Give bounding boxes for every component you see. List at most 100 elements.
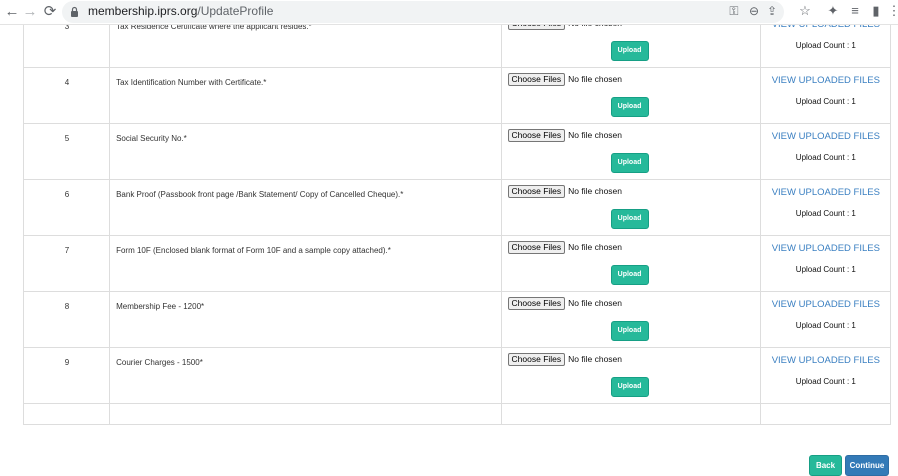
view-uploaded-files-link[interactable]: VIEW UPLOADED FILES xyxy=(761,25,891,30)
file-input[interactable]: Choose FilesNo file chosen xyxy=(507,129,622,142)
view-uploaded-files-link[interactable]: VIEW UPLOADED FILES xyxy=(761,299,891,310)
row-number-cell: 7 xyxy=(22,235,111,292)
menu-icon[interactable]: ⋮ xyxy=(886,3,898,19)
row-number: 3 xyxy=(64,25,70,31)
upload-button[interactable]: Upload xyxy=(610,377,649,397)
star-icon[interactable]: ☆ xyxy=(797,3,813,19)
empty-cell xyxy=(759,403,892,425)
upload-cell: Choose FilesNo file chosen Upload xyxy=(500,347,761,404)
document-description: Tax Identification Number with Certifica… xyxy=(116,78,267,87)
row-number: 9 xyxy=(64,358,70,367)
empty-cell xyxy=(500,403,761,425)
file-input[interactable]: Choose FilesNo file chosen xyxy=(507,241,623,254)
upload-button[interactable]: Upload xyxy=(610,321,649,341)
file-status: No file chosen xyxy=(568,242,623,252)
view-uploaded-files-link[interactable]: VIEW UPLOADED FILES xyxy=(761,243,891,254)
file-input[interactable]: Choose FilesNo file chosen xyxy=(507,185,622,198)
choose-files-button[interactable]: Choose Files xyxy=(507,297,566,310)
media-icon[interactable]: ≡ xyxy=(847,3,863,18)
address-bar[interactable]: membership.iprs.org/UpdateProfile ⚿ ⊖ ⇪ xyxy=(62,1,784,23)
upload-count: Upload Count : 1 xyxy=(795,41,856,50)
row-number-cell: 8 xyxy=(22,291,111,348)
upload-button[interactable]: Upload xyxy=(610,41,649,61)
share-icon[interactable]: ⇪ xyxy=(764,4,780,18)
table-row: 3 Tax Residence Certificate where the app… xyxy=(22,25,892,68)
page-viewport: 3 Tax Residence Certificate where the app… xyxy=(0,25,898,475)
row-number-cell: 5 xyxy=(22,123,111,180)
file-input[interactable]: Choose FilesNo file chosen xyxy=(507,73,623,86)
table-row: 8 Membership Fee - 1200* Choose Files No fi… xyxy=(22,291,892,348)
upload-count: Upload Count : 1 xyxy=(795,153,856,162)
upload-button[interactable]: Upload xyxy=(610,153,649,173)
description-cell: Membership Fee - 1200* xyxy=(109,291,502,348)
file-status: No file chosen xyxy=(568,354,623,364)
document-description: Form 10F (Enclosed blank format of Form … xyxy=(116,246,391,255)
upload-cell: Choose FilesNo file chosen Upload xyxy=(500,291,761,348)
row-number-cell: 4 xyxy=(22,67,111,124)
document-description: Social Security No.* xyxy=(116,134,187,143)
document-description: Membership Fee - 1200* xyxy=(116,302,205,311)
file-input[interactable]: Choose FilesNo file chosen xyxy=(507,25,622,30)
row-number: 5 xyxy=(64,134,70,143)
choose-files-button[interactable]: Choose Files xyxy=(507,73,566,86)
upload-button[interactable]: Upload xyxy=(610,265,649,285)
file-input[interactable]: Choose FilesNo file chosen xyxy=(507,297,623,310)
description-cell: Bank Proof (Passbook front page /Bank St… xyxy=(109,179,502,236)
choose-files-button[interactable]: Choose Files xyxy=(507,185,566,198)
upload-count: Upload Count : 1 xyxy=(795,377,856,386)
upload-count: Upload Count : 1 xyxy=(795,97,856,106)
upload-cell: Choose FilesNo file chosen Upload xyxy=(500,67,761,124)
files-cell: VIEW UPLOADED FILES Upload Count : 1 xyxy=(759,347,892,404)
view-uploaded-files-link[interactable]: VIEW UPLOADED FILES xyxy=(761,355,891,366)
choose-files-button[interactable]: Choose Files xyxy=(507,353,566,366)
files-cell: VIEW UPLOADED FILES Upload Count : 1 xyxy=(759,291,892,348)
row-number: 4 xyxy=(64,78,70,87)
file-status: No file chosen xyxy=(568,25,622,28)
table-row: 7 Form 10F (Enclosed blank format of Form… xyxy=(22,235,892,292)
table-row: 4 Tax Identification Number with Certific… xyxy=(22,67,892,124)
view-uploaded-files-link[interactable]: VIEW UPLOADED FILES xyxy=(761,75,891,86)
url-path: /UpdateProfile xyxy=(197,4,274,18)
upload-count: Upload Count : 1 xyxy=(795,265,856,274)
table-row: 5 Social Security No.* Choose Files No file… xyxy=(22,123,892,180)
row-number-cell: 9 xyxy=(22,347,111,404)
row-number: 8 xyxy=(64,302,70,311)
browser-toolbar: ← → ⟳ membership.iprs.org/UpdateProfile … xyxy=(0,0,898,25)
file-status: No file chosen xyxy=(568,74,623,84)
file-input[interactable]: Choose FilesNo file chosen xyxy=(507,353,623,366)
row-number: 7 xyxy=(64,246,70,255)
file-status: No file chosen xyxy=(568,298,623,308)
key-icon[interactable]: ⚿ xyxy=(726,4,742,19)
back-button[interactable]: Back xyxy=(809,455,842,476)
row-number-cell: 6 xyxy=(22,179,111,236)
view-uploaded-files-link[interactable]: VIEW UPLOADED FILES xyxy=(761,131,891,142)
zoom-icon[interactable]: ⊖ xyxy=(746,4,762,18)
lock-icon[interactable] xyxy=(70,6,79,17)
reload-icon[interactable]: ⟳ xyxy=(40,2,60,22)
upload-count: Upload Count : 1 xyxy=(795,321,856,330)
table-row: 9 Courier Charges - 1500* Choose Files No f… xyxy=(22,347,892,404)
extensions-icon[interactable]: ✦ xyxy=(825,3,841,19)
view-uploaded-files-link[interactable]: VIEW UPLOADED FILES xyxy=(761,187,891,198)
documents-table: 3 Tax Residence Certificate where the app… xyxy=(22,25,892,425)
choose-files-button[interactable]: Choose Files xyxy=(507,25,566,30)
document-description: Bank Proof (Passbook front page /Bank St… xyxy=(116,190,404,199)
choose-files-button[interactable]: Choose Files xyxy=(507,241,566,254)
document-description: Tax Residence Certificate where the appl… xyxy=(116,25,312,31)
description-cell: Social Security No.* xyxy=(109,123,502,180)
upload-button[interactable]: Upload xyxy=(610,97,649,117)
url-text[interactable]: membership.iprs.org/UpdateProfile xyxy=(88,4,273,18)
sidebar-icon[interactable]: ▮ xyxy=(868,3,884,19)
forward-arrow-icon[interactable]: → xyxy=(20,2,40,22)
continue-button[interactable]: Continue xyxy=(845,455,889,476)
row-number-cell: 3 xyxy=(22,25,111,68)
upload-cell: Choose FilesNo file chosen Upload xyxy=(500,179,761,236)
files-cell: VIEW UPLOADED FILES Upload Count : 1 xyxy=(759,179,892,236)
table-row: 6 Bank Proof (Passbook front page /Bank S… xyxy=(22,179,892,236)
description-cell: Tax Residence Certificate where the appl… xyxy=(109,25,502,68)
back-arrow-icon[interactable]: ← xyxy=(2,2,22,22)
empty-table-row xyxy=(22,403,892,425)
choose-files-button[interactable]: Choose Files xyxy=(507,129,566,142)
upload-cell: Choose FilesNo file chosen Upload xyxy=(500,235,761,292)
upload-button[interactable]: Upload xyxy=(610,209,649,229)
